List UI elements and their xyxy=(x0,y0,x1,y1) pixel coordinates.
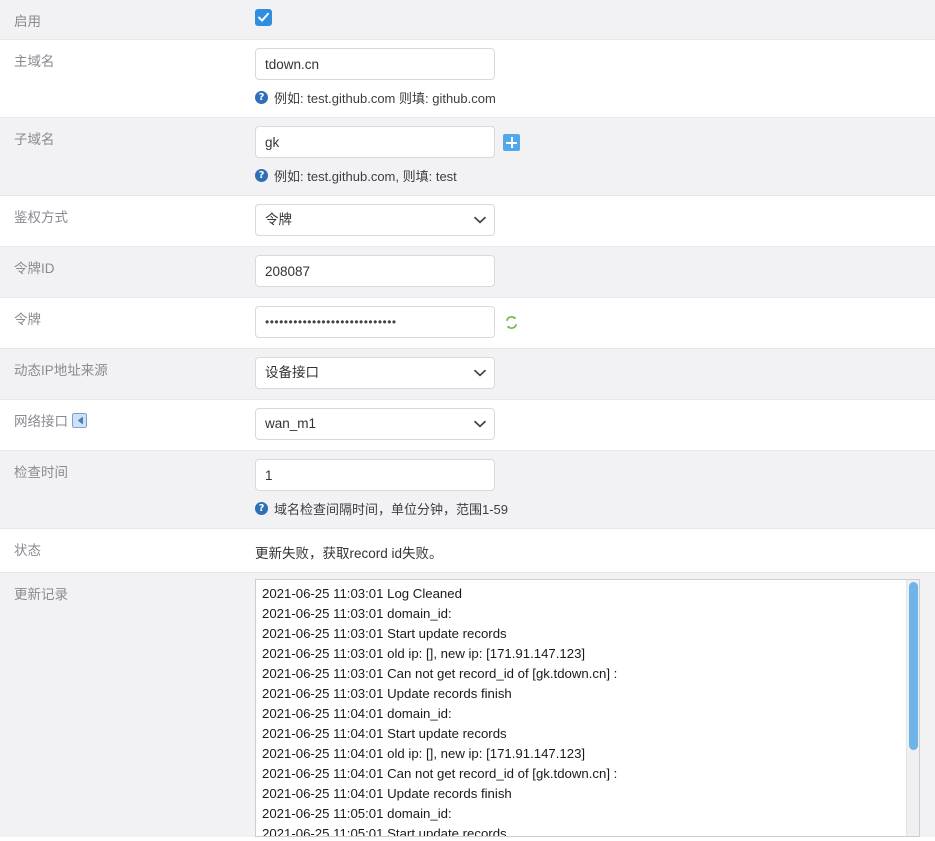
field-auth-method: 令牌 xyxy=(255,196,935,246)
label-token: 令牌 xyxy=(14,312,41,327)
log-line: 2021-06-25 11:03:01 domain_id: xyxy=(262,606,452,621)
question-circle-icon: ? xyxy=(255,169,268,182)
field-sub-domain: ? 例如: test.github.com, 则填: test xyxy=(255,118,935,195)
field-main-domain: ? 例如: test.github.com 则填: github.com xyxy=(255,40,935,117)
chevron-down-icon xyxy=(474,205,486,235)
row-dynamic-ip-source: 动态IP地址来源 设备接口 xyxy=(0,349,935,400)
row-update-log: 更新记录 2021-06-25 11:03:01 Log Cleaned 2021… xyxy=(0,573,935,837)
chevron-down-icon xyxy=(474,358,486,388)
row-status: 状态 更新失败，获取record id失败。 xyxy=(0,529,935,573)
label-main-domain: 主域名 xyxy=(14,54,55,69)
sub-domain-hint-text: 例如: test.github.com, 则填: test xyxy=(274,169,457,184)
token-line xyxy=(255,306,921,338)
status-value: 更新失败，获取record id失败。 xyxy=(255,546,443,561)
field-enable xyxy=(255,0,935,39)
field-check-interval: ? 域名检查间隔时间，单位分钟，范围1-59 xyxy=(255,451,935,528)
row-enable: 启用 xyxy=(0,0,935,40)
row-sub-domain: 子域名 ? 例如: test.github.com, 则填: test xyxy=(0,118,935,196)
check-interval-hint-text: 域名检查间隔时间，单位分钟，范围1-59 xyxy=(274,502,509,517)
log-line: 2021-06-25 11:03:01 old ip: [], new ip: … xyxy=(262,646,586,661)
log-scrollbar[interactable] xyxy=(906,580,919,836)
add-subdomain-button[interactable] xyxy=(503,133,520,151)
dynamic-ip-source-value: 设备接口 xyxy=(265,365,319,380)
sub-domain-line xyxy=(255,126,921,158)
token-id-input[interactable] xyxy=(255,255,495,287)
sub-domain-input[interactable] xyxy=(255,126,495,158)
row-token-id: 令牌ID xyxy=(0,247,935,298)
label-enable: 启用 xyxy=(14,14,41,29)
update-log-box[interactable]: 2021-06-25 11:03:01 Log Cleaned 2021-06-2… xyxy=(255,579,920,837)
log-line: 2021-06-25 11:04:01 Can not get record_i… xyxy=(262,766,618,781)
log-line: 2021-06-25 11:03:01 Start update records xyxy=(262,626,507,641)
token-input[interactable] xyxy=(255,306,495,338)
log-line: 2021-06-25 11:05:01 domain_id: xyxy=(262,806,452,821)
network-interface-value: wan_m1 xyxy=(265,416,317,431)
network-interface-select[interactable]: wan_m1 xyxy=(255,408,495,440)
log-line: 2021-06-25 11:04:01 Start update records xyxy=(262,726,507,741)
log-line: 2021-06-25 11:05:01 Start update records xyxy=(262,826,507,837)
field-token-id xyxy=(255,247,935,297)
refresh-icon[interactable] xyxy=(504,315,519,330)
check-interval-input[interactable] xyxy=(255,459,495,491)
field-dynamic-ip-source: 设备接口 xyxy=(255,349,935,399)
label-network-interface: 网络接口 xyxy=(0,400,255,433)
check-icon xyxy=(258,12,269,22)
main-domain-hint: ? 例如: test.github.com 则填: github.com xyxy=(255,88,921,107)
label-check-interval: 检查时间 xyxy=(14,465,68,480)
label-dynamic-ip-source: 动态IP地址来源 xyxy=(14,363,108,378)
log-line: 2021-06-25 11:03:01 Log Cleaned xyxy=(262,586,462,601)
auth-method-select[interactable]: 令牌 xyxy=(255,204,495,236)
field-token xyxy=(255,298,935,348)
label-token-id: 令牌ID xyxy=(14,261,55,276)
field-network-interface: wan_m1 xyxy=(255,400,935,450)
network-interface-label-text: 网络接口 xyxy=(14,414,68,429)
enable-checkbox[interactable] xyxy=(255,9,272,26)
label-auth-method: 鉴权方式 xyxy=(14,210,68,225)
dynamic-ip-source-select[interactable]: 设备接口 xyxy=(255,357,495,389)
row-main-domain: 主域名 ? 例如: test.github.com 则填: github.com xyxy=(0,40,935,118)
row-check-interval: 检查时间 ? 域名检查间隔时间，单位分钟，范围1-59 xyxy=(0,451,935,529)
log-line: 2021-06-25 11:03:01 Can not get record_i… xyxy=(262,666,618,681)
main-domain-hint-text: 例如: test.github.com 则填: github.com xyxy=(274,91,496,106)
label-status: 状态 xyxy=(14,543,41,558)
ddns-settings-form: 启用 主域名 ? 例如: test.github.com 则填: github.… xyxy=(0,0,935,837)
chevron-down-icon xyxy=(474,409,486,439)
log-line: 2021-06-25 11:03:01 Update records finis… xyxy=(262,686,512,701)
field-status: 更新失败，获取record id失败。 xyxy=(255,529,935,572)
log-line: 2021-06-25 11:04:01 domain_id: xyxy=(262,706,452,721)
log-scrollbar-thumb[interactable] xyxy=(909,582,918,750)
row-auth-method: 鉴权方式 令牌 xyxy=(0,196,935,247)
log-line: 2021-06-25 11:04:01 old ip: [], new ip: … xyxy=(262,746,586,761)
update-log-lines: 2021-06-25 11:03:01 Log Cleaned 2021-06-2… xyxy=(256,580,919,837)
check-interval-hint: ? 域名检查间隔时间，单位分钟，范围1-59 xyxy=(255,499,921,518)
log-line: 2021-06-25 11:04:01 Update records finis… xyxy=(262,786,512,801)
sub-domain-hint: ? 例如: test.github.com, 则填: test xyxy=(255,166,921,185)
label-sub-domain: 子域名 xyxy=(14,132,55,147)
back-arrow-icon[interactable] xyxy=(72,413,87,433)
main-domain-input[interactable] xyxy=(255,48,495,80)
auth-method-value: 令牌 xyxy=(265,212,292,227)
field-update-log: 2021-06-25 11:03:01 Log Cleaned 2021-06-2… xyxy=(255,573,935,837)
question-circle-icon: ? xyxy=(255,91,268,104)
question-circle-icon: ? xyxy=(255,502,268,515)
label-update-log: 更新记录 xyxy=(14,587,68,602)
row-token: 令牌 xyxy=(0,298,935,349)
row-network-interface: 网络接口 wan_m1 xyxy=(0,400,935,451)
